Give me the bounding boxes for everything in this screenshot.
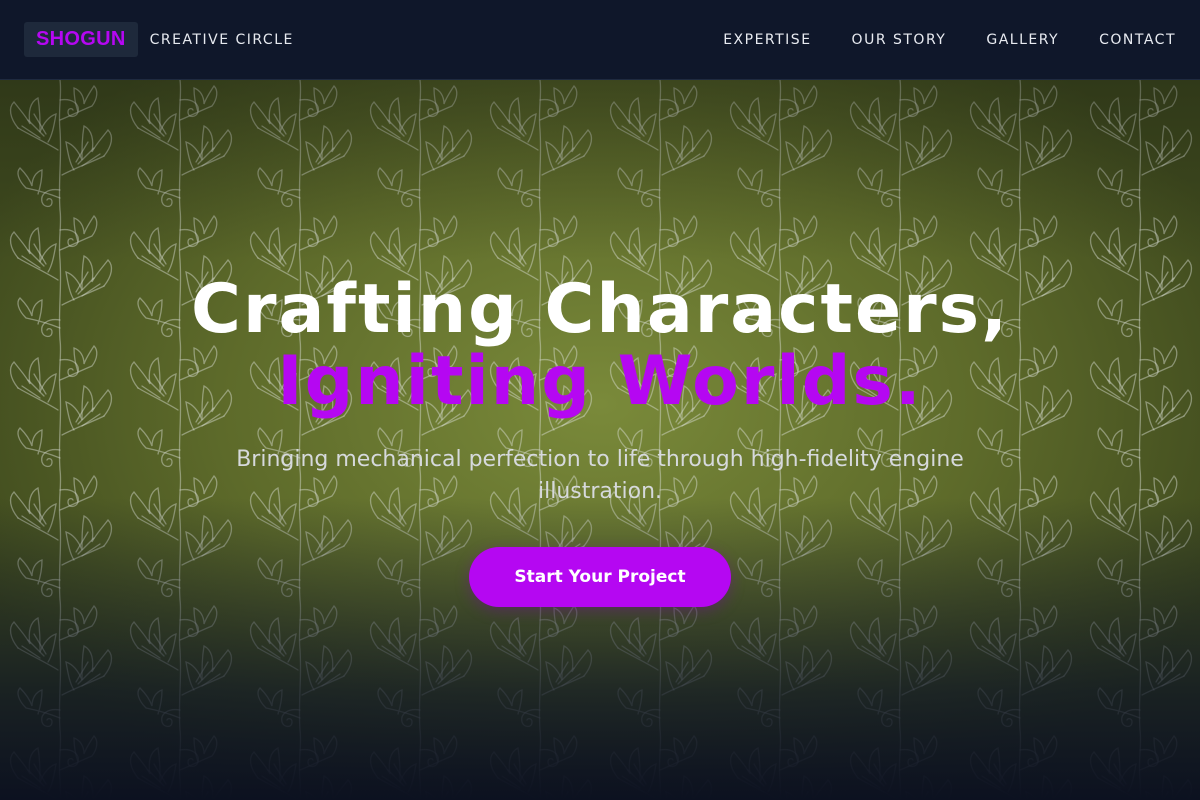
hero-section: Crafting Characters, Igniting Worlds. Br… <box>0 80 1200 800</box>
logo[interactable]: SHOGUN <box>24 22 138 57</box>
headline-line-1: Crafting Characters, <box>191 270 1009 349</box>
nav-link-gallery[interactable]: GALLERY <box>986 32 1059 48</box>
brand[interactable]: SHOGUN CREATIVE CIRCLE <box>24 22 294 57</box>
site-header: SHOGUN CREATIVE CIRCLE EXPERTISE OUR STO… <box>0 0 1200 80</box>
nav-link-contact[interactable]: CONTACT <box>1099 32 1176 48</box>
brand-tagline: CREATIVE CIRCLE <box>149 31 294 48</box>
hero-overlay <box>0 80 1200 800</box>
nav-link-our-story[interactable]: OUR STORY <box>852 32 947 48</box>
hero-subtitle: Bringing mechanical perfection to life t… <box>236 447 964 504</box>
nav-link-expertise[interactable]: EXPERTISE <box>723 32 811 48</box>
start-project-button[interactable]: Start Your Project <box>469 547 731 607</box>
main-nav: EXPERTISE OUR STORY GALLERY CONTACT <box>683 32 1176 48</box>
headline-line-2: Igniting Worlds. <box>277 342 923 421</box>
